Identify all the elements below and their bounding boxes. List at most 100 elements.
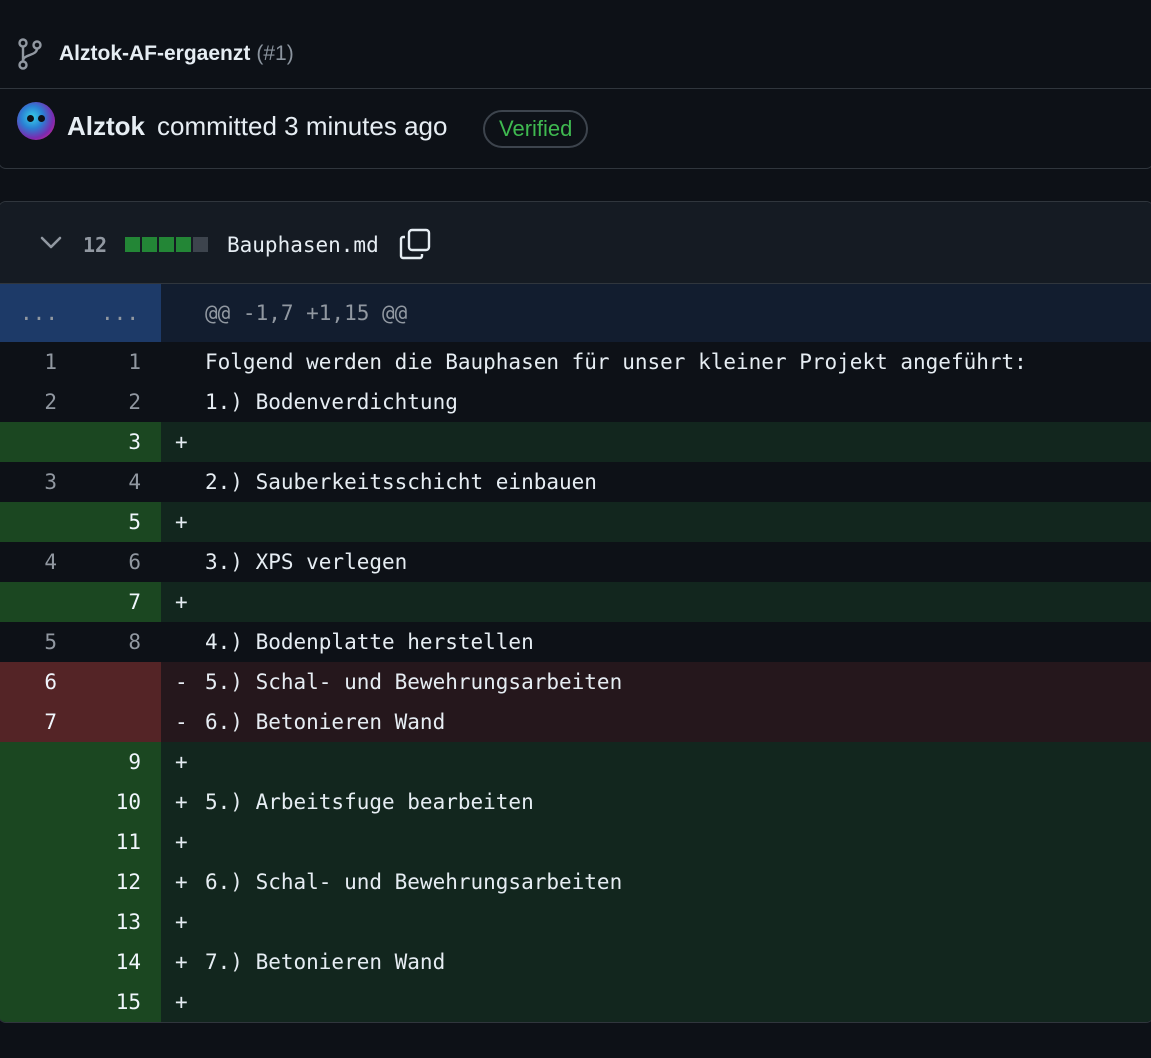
file-name[interactable]: Bauphasen.md [227, 233, 379, 257]
old-line-number[interactable]: 5 [1, 622, 81, 662]
diff-table: ... ... @@ -1,7 +1,15 @@ 1 1 Folgend werde… [0, 284, 1151, 1022]
old-line-number[interactable] [1, 942, 81, 982]
branch-name-text[interactable]: Alztok-AF-ergaenzt [59, 42, 250, 65]
code-text: 6.) Betonieren Wand [205, 710, 446, 734]
author-row: Alztok committed 3 minutes ago Verified [0, 89, 1151, 169]
diff-marker: + [175, 950, 188, 974]
diff-line-ctx: 3 4 2.) Sauberkeitsschicht einbauen [0, 462, 1151, 502]
diff-marker: + [175, 870, 188, 894]
diff-marker: - [175, 670, 188, 694]
diffstat-square-add [159, 237, 174, 252]
old-line-number[interactable] [1, 742, 81, 782]
avatar-eye-right [38, 115, 45, 122]
diff-line-ctx: 1 1 Folgend werden die Bauphasen für unser… [0, 342, 1151, 382]
new-line-number[interactable]: 10 [81, 782, 161, 822]
branch-row: Alztok-AF-ergaenzt (#1) [0, 0, 1151, 89]
copy-icon[interactable] [399, 228, 431, 260]
new-line-number[interactable] [81, 702, 161, 742]
new-line-number[interactable] [81, 662, 161, 702]
file-header: 12 Bauphasen.md [0, 202, 1151, 284]
diffstat-bar [125, 237, 208, 252]
pr-number-link[interactable]: (#1) [256, 42, 293, 65]
old-line-number[interactable] [1, 822, 81, 862]
diff-line-ctx: 2 2 1.) Bodenverdichtung [0, 382, 1151, 422]
old-line-number[interactable] [1, 982, 81, 1022]
diff-marker: + [175, 790, 188, 814]
diff-marker: - [175, 710, 188, 734]
diff-marker: + [175, 910, 188, 934]
diff-line-add: 12 +6.) Schal- und Bewehrungsarbeiten [0, 862, 1151, 902]
code-text: 3.) XPS verlegen [205, 550, 408, 574]
old-line-number[interactable] [1, 502, 81, 542]
old-line-number[interactable] [1, 422, 81, 462]
new-line-number[interactable]: 15 [81, 982, 161, 1022]
new-line-number[interactable]: 1 [81, 342, 161, 382]
diff-marker: + [175, 590, 188, 614]
old-line-number[interactable]: 4 [1, 542, 81, 582]
old-line-number[interactable] [1, 582, 81, 622]
code-text: 4.) Bodenplatte herstellen [205, 630, 534, 654]
new-line-number[interactable]: 14 [81, 942, 161, 982]
avatar[interactable] [17, 102, 55, 140]
old-line-number[interactable]: 3 [1, 462, 81, 502]
new-line-number[interactable]: 8 [81, 622, 161, 662]
new-line-number[interactable]: 12 [81, 862, 161, 902]
diff-line-del: 6 -5.) Schal- und Bewehrungsarbeiten [0, 662, 1151, 702]
hunk-expand-old[interactable]: ... [0, 284, 79, 342]
old-line-number[interactable] [1, 862, 81, 902]
diff-line-ctx: 5 8 4.) Bodenplatte herstellen [0, 622, 1151, 662]
old-line-number[interactable] [1, 782, 81, 822]
code-text: 5.) Schal- und Bewehrungsarbeiten [205, 670, 623, 694]
diffstat-square-add [125, 237, 140, 252]
diff-marker: + [175, 510, 188, 534]
commit-time: committed 3 minutes ago [157, 111, 448, 141]
chevron-down-icon[interactable] [39, 235, 63, 251]
diff-file: 12 Bauphasen.md ... ... @@ -1,7 +1,15 @@… [0, 201, 1151, 1023]
hunk-header-row: ... ... @@ -1,7 +1,15 @@ [0, 284, 1151, 342]
new-line-number[interactable]: 11 [81, 822, 161, 862]
diff-line-add: 10 +5.) Arbeitsfuge bearbeiten [0, 782, 1151, 822]
new-line-number[interactable]: 4 [81, 462, 161, 502]
old-line-number[interactable]: 1 [1, 342, 81, 382]
new-line-number[interactable]: 9 [81, 742, 161, 782]
diffstat-square-add [142, 237, 157, 252]
diff-marker: + [175, 990, 188, 1014]
verified-badge[interactable]: Verified [483, 110, 589, 148]
hunk-expand-new[interactable]: ... [79, 284, 161, 342]
code-text: 1.) Bodenverdichtung [205, 390, 458, 414]
new-line-number[interactable]: 3 [81, 422, 161, 462]
new-line-number[interactable]: 5 [81, 502, 161, 542]
diff-line-ctx: 4 6 3.) XPS verlegen [0, 542, 1151, 582]
diff-line-add: 7 + [0, 582, 1151, 622]
branch-title[interactable]: Alztok-AF-ergaenzt (#1) [59, 42, 294, 66]
commit-view: Alztok-AF-ergaenzt (#1) Alztok committed … [0, 0, 1151, 1058]
changes-count: 12 [83, 233, 108, 257]
code-text: 2.) Sauberkeitsschicht einbauen [205, 470, 597, 494]
diff-marker: + [175, 830, 188, 854]
diff-line-add: 9 + [0, 742, 1151, 782]
commit-header-card: Alztok-AF-ergaenzt (#1) Alztok committed … [0, 0, 1151, 169]
diffstat-square-add [176, 237, 191, 252]
new-line-number[interactable]: 6 [81, 542, 161, 582]
author-link[interactable]: Alztok [67, 111, 145, 142]
diff-marker: + [175, 750, 188, 774]
diff-line-add: 15 + [0, 982, 1151, 1022]
code-text: 7.) Betonieren Wand [205, 950, 446, 974]
hunk-header: @@ -1,7 +1,15 @@ [205, 301, 408, 325]
diff-line-add: 3 + [0, 422, 1151, 462]
code-text: 5.) Arbeitsfuge bearbeiten [205, 790, 534, 814]
code-text: 6.) Schal- und Bewehrungsarbeiten [205, 870, 623, 894]
new-line-number[interactable]: 2 [81, 382, 161, 422]
old-line-number[interactable]: 7 [1, 702, 81, 742]
diffstat-square-neutral [193, 237, 208, 252]
new-line-number[interactable]: 7 [81, 582, 161, 622]
diff-line-add: 5 + [0, 502, 1151, 542]
old-line-number[interactable] [1, 902, 81, 942]
code-text: Folgend werden die Bauphasen für unser k… [205, 350, 1027, 374]
old-line-number[interactable]: 2 [1, 382, 81, 422]
new-line-number[interactable]: 13 [81, 902, 161, 942]
avatar-eye-left [27, 115, 34, 122]
git-branch-icon [18, 38, 42, 70]
old-line-number[interactable]: 6 [1, 662, 81, 702]
diff-line-add: 14 +7.) Betonieren Wand [0, 942, 1151, 982]
